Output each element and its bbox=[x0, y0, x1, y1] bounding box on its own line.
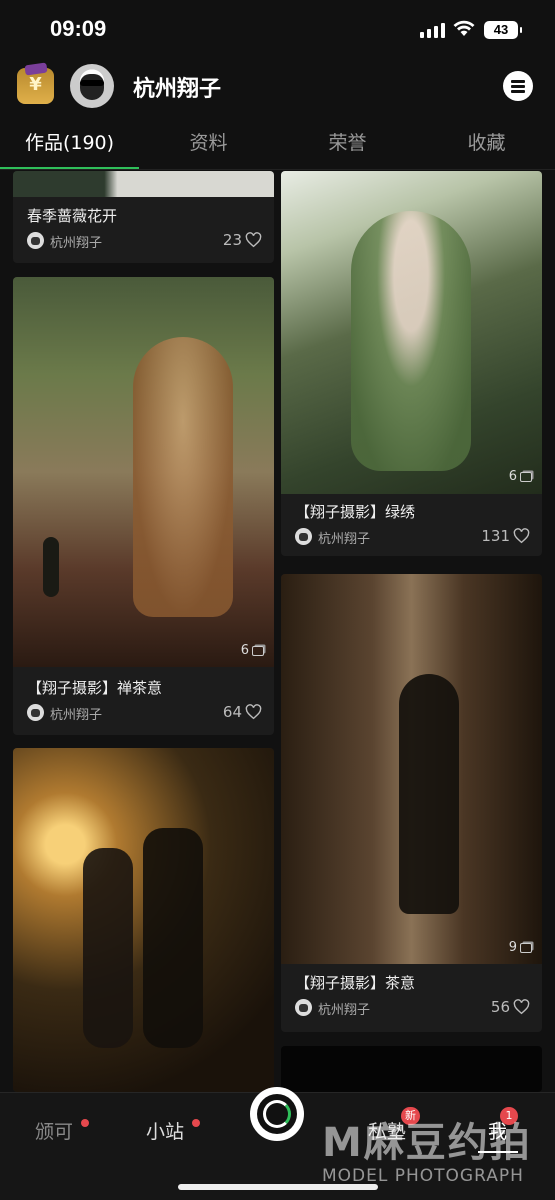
image-count: 6 bbox=[509, 469, 532, 484]
menu-button[interactable] bbox=[503, 71, 533, 101]
watermark: M麻豆约拍 MODEL PHOTOGRAPH bbox=[318, 1110, 548, 1190]
author-name: 杭州翔子 bbox=[318, 1003, 371, 1018]
work-card[interactable]: 春季蔷薇花开 杭州翔子 23 bbox=[13, 171, 274, 263]
work-title: 春季蔷薇花开 bbox=[27, 207, 118, 225]
work-photo[interactable] bbox=[13, 277, 274, 667]
wifi-icon bbox=[453, 20, 475, 36]
work-meta: 杭州翔子 64 bbox=[27, 703, 262, 723]
author-name: 杭州翔子 bbox=[318, 532, 371, 547]
home-indicator bbox=[178, 1184, 378, 1190]
gallery-icon bbox=[520, 471, 532, 482]
author-name: 杭州翔子 bbox=[50, 236, 103, 251]
profile-header: ¥ 杭州翔子 bbox=[0, 60, 555, 115]
work-meta: 杭州翔子 56 bbox=[295, 998, 530, 1018]
like-button[interactable]: 64 bbox=[223, 703, 262, 721]
work-card[interactable] bbox=[13, 748, 274, 1092]
like-button[interactable]: 56 bbox=[491, 998, 530, 1016]
avatar[interactable] bbox=[70, 64, 114, 108]
notification-dot bbox=[192, 1119, 200, 1127]
camera-button[interactable] bbox=[250, 1087, 304, 1141]
tab-works[interactable]: 作品(190) bbox=[0, 128, 139, 155]
status-time: 09:09 bbox=[50, 16, 107, 41]
heart-icon bbox=[513, 999, 530, 1015]
heart-icon bbox=[513, 528, 530, 544]
watermark-sub: MODEL PHOTOGRAPH bbox=[322, 1166, 524, 1186]
heart-icon bbox=[245, 232, 262, 248]
status-bar: 09:09 43 bbox=[0, 0, 555, 60]
work-card[interactable] bbox=[281, 1046, 542, 1092]
work-meta: 杭州翔子 131 bbox=[295, 527, 530, 547]
work-photo[interactable] bbox=[13, 171, 274, 197]
notification-dot bbox=[81, 1119, 89, 1127]
nav-item-1[interactable]: 颁可 bbox=[35, 1117, 73, 1144]
heart-icon bbox=[245, 704, 262, 720]
work-card[interactable]: 6 【翔子摄影】禅茶意 杭州翔子 64 bbox=[13, 277, 274, 735]
active-tab-indicator bbox=[0, 167, 139, 169]
tab-favorites[interactable]: 收藏 bbox=[417, 128, 555, 155]
image-count: 6 bbox=[241, 643, 264, 658]
battery-icon: 43 bbox=[484, 21, 522, 39]
cellular-signal-icon bbox=[420, 22, 446, 38]
like-count: 131 bbox=[481, 527, 510, 545]
username: 杭州翔子 bbox=[133, 77, 222, 102]
author-name: 杭州翔子 bbox=[50, 708, 103, 723]
work-title: 【翔子摄影】禅茶意 bbox=[27, 679, 163, 697]
like-button[interactable]: 131 bbox=[481, 527, 530, 545]
like-button[interactable]: 23 bbox=[223, 231, 262, 249]
tab-profile[interactable]: 资料 bbox=[139, 128, 278, 155]
gallery-icon bbox=[252, 645, 264, 656]
work-photo[interactable] bbox=[13, 748, 274, 1092]
author-avatar bbox=[27, 704, 44, 721]
work-title: 【翔子摄影】茶意 bbox=[295, 974, 416, 992]
profile-tabs: 作品(190) 资料 荣誉 收藏 bbox=[0, 120, 555, 170]
author-avatar bbox=[295, 999, 312, 1016]
like-count: 23 bbox=[222, 231, 242, 249]
nav-item-station[interactable]: 小站 bbox=[146, 1117, 184, 1144]
work-meta: 杭州翔子 23 bbox=[27, 231, 262, 251]
author-avatar bbox=[27, 232, 44, 249]
wallet-icon[interactable]: ¥ bbox=[17, 68, 54, 104]
image-count: 9 bbox=[509, 940, 532, 955]
watermark-brand: M麻豆约拍 bbox=[322, 1120, 532, 1166]
work-photo[interactable] bbox=[281, 171, 542, 494]
work-card[interactable]: 9 【翔子摄影】茶意 杭州翔子 56 bbox=[281, 574, 542, 1032]
tab-honors[interactable]: 荣誉 bbox=[278, 128, 417, 155]
like-count: 56 bbox=[490, 998, 510, 1016]
work-photo[interactable] bbox=[281, 574, 542, 964]
like-count: 64 bbox=[222, 703, 242, 721]
author-avatar bbox=[295, 528, 312, 545]
work-card[interactable]: 6 【翔子摄影】绿绣 杭州翔子 131 bbox=[281, 171, 542, 556]
gallery-icon bbox=[520, 942, 532, 953]
work-title: 【翔子摄影】绿绣 bbox=[295, 503, 416, 521]
